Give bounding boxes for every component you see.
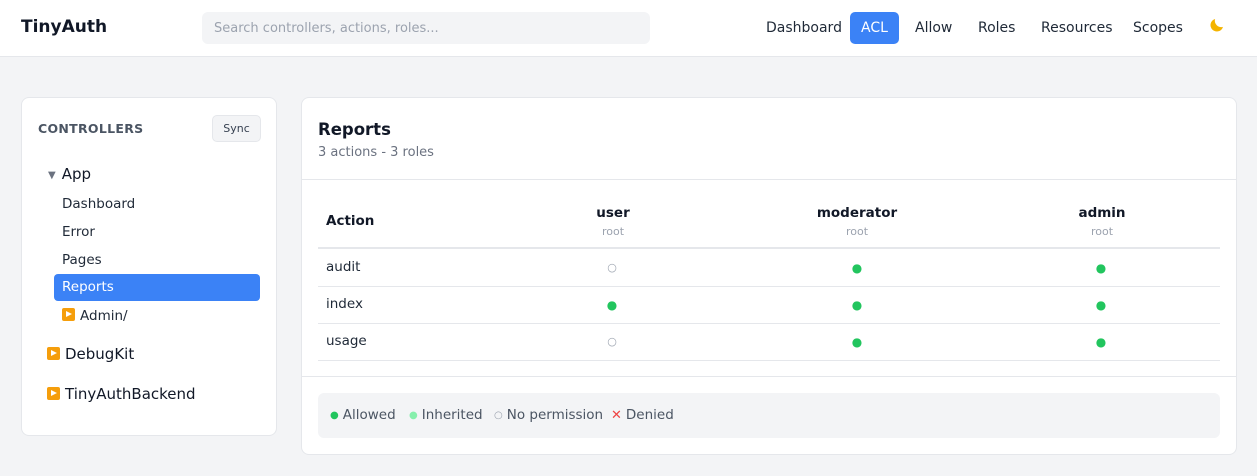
tree-item-tinyauthbackend-label: TinyAuthBackend: [65, 385, 196, 403]
permission-cell[interactable]: ○: [602, 258, 622, 278]
allowed-dot-icon: ●: [851, 335, 863, 349]
role-name: user: [596, 205, 630, 221]
role-header-moderator: moderator root: [797, 205, 917, 238]
folder-play-icon: [47, 387, 60, 400]
app-title[interactable]: TinyAuth: [21, 17, 107, 37]
moon-icon[interactable]: [1208, 16, 1228, 36]
tree-item-dashboard[interactable]: Dashboard: [62, 196, 135, 212]
legend-label: Denied: [625, 407, 674, 423]
tree-item-reports[interactable]: Reports: [54, 274, 260, 301]
permission-cell[interactable]: ●: [847, 258, 867, 278]
search-input[interactable]: [202, 12, 650, 44]
permission-cell[interactable]: ●: [602, 295, 622, 315]
allowed-dot-icon: ●: [851, 298, 863, 312]
action-column-header: Action: [326, 213, 375, 229]
tree-item-pages[interactable]: Pages: [62, 252, 102, 268]
role-name: moderator: [816, 205, 898, 221]
legend-label: Inherited: [421, 407, 483, 423]
divider: [302, 179, 1236, 180]
nav-resources[interactable]: Resources: [1041, 12, 1113, 44]
nav-allow[interactable]: Allow: [915, 12, 952, 44]
allowed-dot-icon: ●: [851, 261, 863, 275]
tree-item-admin[interactable]: Admin/: [62, 308, 128, 324]
empty-circle-icon: ○: [607, 335, 617, 348]
permission-cell[interactable]: ○: [602, 332, 622, 352]
nav-roles[interactable]: Roles: [978, 12, 1015, 44]
legend-label: No permission: [506, 407, 604, 423]
nav-acl[interactable]: ACL: [850, 12, 899, 44]
tree-item-app[interactable]: ▼ App: [48, 165, 91, 183]
allowed-dot-icon: ●: [330, 410, 339, 421]
permission-cell[interactable]: ●: [1091, 332, 1111, 352]
tree-item-app-label: App: [61, 165, 92, 183]
role-header-admin: admin root: [1052, 205, 1152, 238]
nav-dashboard[interactable]: Dashboard: [766, 12, 842, 44]
action-index: index: [326, 296, 363, 312]
allowed-dot-icon: ●: [1095, 298, 1107, 312]
permission-cell[interactable]: ●: [847, 332, 867, 352]
permission-cell[interactable]: ●: [847, 295, 867, 315]
tree-item-debugkit-label: DebugKit: [65, 345, 135, 363]
action-audit: audit: [326, 259, 361, 275]
row-rule: [318, 286, 1220, 287]
inherited-dot-icon: ●: [409, 410, 418, 421]
caret-down-icon: ▼: [48, 170, 56, 181]
legend-none: ○ No permission: [494, 407, 603, 423]
allowed-dot-icon: ●: [1095, 335, 1107, 349]
role-sub: root: [601, 225, 625, 238]
controllers-sidebar: CONTROLLERS Sync ▼ App Dashboard Error Pa…: [21, 97, 277, 436]
divider: [302, 376, 1236, 377]
sync-button[interactable]: Sync: [212, 115, 261, 142]
action-usage: usage: [326, 333, 367, 349]
legend: ● Allowed ● Inherited ○ No permission ✕ Deni…: [318, 393, 1220, 438]
role-sub: root: [1090, 225, 1114, 238]
empty-circle-icon: ○: [494, 410, 503, 421]
row-rule: [318, 323, 1220, 324]
allowed-dot-icon: ●: [606, 298, 618, 312]
tree-item-tinyauthbackend[interactable]: TinyAuthBackend: [47, 385, 196, 403]
top-bar: TinyAuth Dashboard ACL Allow Roles Resou…: [0, 0, 1257, 57]
folder-play-icon: [62, 308, 75, 321]
role-name: admin: [1078, 205, 1126, 221]
legend-label: Allowed: [342, 407, 396, 423]
tree-item-debugkit[interactable]: DebugKit: [47, 345, 134, 363]
legend-denied: ✕ Denied: [611, 407, 674, 423]
legend-inherited: ● Inherited: [409, 407, 483, 423]
row-rule: [318, 360, 1220, 361]
permission-cell[interactable]: ●: [1091, 295, 1111, 315]
permission-cell[interactable]: ●: [1091, 258, 1111, 278]
empty-circle-icon: ○: [607, 261, 617, 274]
nav-scopes[interactable]: Scopes: [1133, 12, 1183, 44]
allowed-dot-icon: ●: [1095, 261, 1107, 275]
panel-subtitle: 3 actions - 3 roles: [318, 145, 434, 160]
cross-icon: ✕: [611, 408, 622, 423]
tree-item-admin-label: Admin/: [80, 308, 128, 324]
acl-panel: Reports 3 actions - 3 roles Action user …: [301, 97, 1237, 455]
folder-play-icon: [47, 347, 60, 360]
legend-allowed: ● Allowed: [330, 407, 396, 423]
role-sub: root: [845, 225, 869, 238]
sidebar-title: CONTROLLERS: [38, 121, 144, 136]
tree-item-error[interactable]: Error: [62, 224, 95, 240]
header-rule: [318, 247, 1220, 249]
role-header-user: user root: [563, 205, 663, 238]
panel-title: Reports: [318, 120, 391, 139]
